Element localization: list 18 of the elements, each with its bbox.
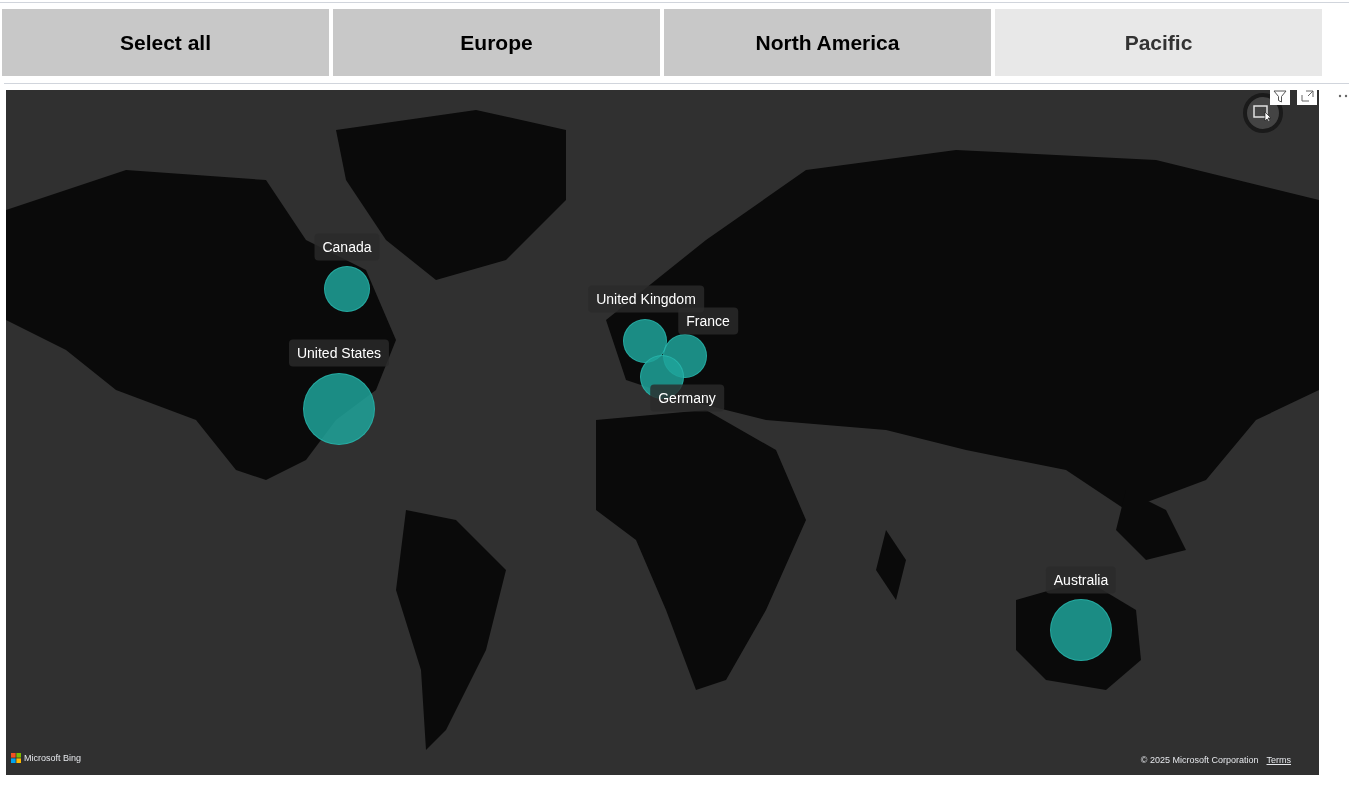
slicer-button[interactable]: Select all — [2, 9, 329, 76]
data-label: United Kingdom — [588, 285, 704, 313]
data-label: France — [678, 307, 738, 335]
terms-link[interactable]: Terms — [1266, 753, 1291, 767]
slicer-button[interactable]: Europe — [333, 9, 660, 76]
data-label: United States — [288, 339, 390, 367]
logo-icon — [11, 753, 21, 764]
data-label: Canada — [314, 233, 380, 261]
filter-icon — [1273, 89, 1287, 103]
slicer-button[interactable]: Pacific — [995, 9, 1322, 76]
slicer-button[interactable]: North America — [664, 9, 991, 76]
map-provider-logo: Microsoft Bing — [24, 751, 82, 765]
filter-button[interactable] — [1270, 87, 1290, 105]
lasso-select-icon — [1253, 104, 1273, 122]
copyright-text: © 2025 Microsoft Corporation — [1140, 753, 1259, 767]
data-label: Australia — [1045, 566, 1117, 594]
expand-icon — [1300, 90, 1314, 102]
data-label: Germany — [650, 384, 724, 412]
